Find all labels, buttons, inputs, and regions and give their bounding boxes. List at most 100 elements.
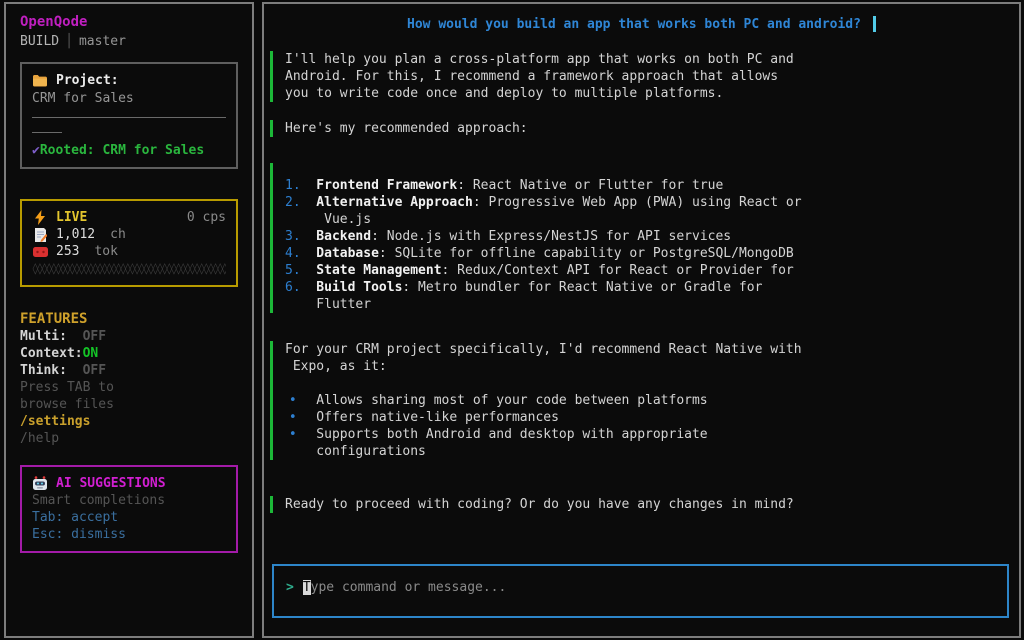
list-item: 6.Build Tools: Metro bundler for React N… bbox=[285, 279, 1009, 296]
memo-icon bbox=[32, 227, 48, 243]
feature-toggle-multi: Multi:OFF bbox=[20, 328, 238, 345]
ai-suggestions-box: AI SUGGESTIONS Smart completions Tab: ac… bbox=[20, 465, 238, 553]
folder-icon bbox=[32, 73, 48, 89]
feature-label-context: Context: bbox=[20, 345, 83, 362]
list-text: : SQLite for offline capability or Postg… bbox=[379, 245, 794, 262]
list-text: : Node.js with Express/NestJS for API se… bbox=[371, 228, 731, 245]
text-line: Ready to proceed with coding? Or do you … bbox=[285, 496, 1009, 513]
mode-branch-row: BUILD│master bbox=[20, 33, 238, 50]
feature-value-think: OFF bbox=[83, 363, 106, 378]
list-item: 3.Backend: Node.js with Express/NestJS f… bbox=[285, 228, 1009, 245]
text-line: Expo, as it: bbox=[285, 358, 1009, 375]
bullet-text: Allows sharing most of your code between… bbox=[316, 392, 707, 409]
assistant-numbered-list: 1.Frontend Framework: React Native or Fl… bbox=[270, 163, 1009, 313]
feature-label-multi: Multi: bbox=[20, 328, 83, 345]
user-question-row: How would you build an app that works bo… bbox=[264, 16, 1019, 33]
text-line: Here's my recommended approach: bbox=[285, 120, 1009, 137]
cps-counter: 0 cps bbox=[187, 209, 226, 226]
rooted-status-row: ✔Rooted: CRM for Sales bbox=[32, 142, 226, 159]
text-line: For your CRM project specifically, I'd r… bbox=[285, 341, 1009, 358]
feature-value-context: ON bbox=[83, 346, 99, 361]
feature-toggle-context: Context:ON bbox=[20, 345, 238, 362]
bullet-item: •Offers native-like performances bbox=[285, 409, 1009, 426]
command-help[interactable]: /help bbox=[20, 430, 238, 447]
rooted-status: Rooted: CRM for Sales bbox=[40, 143, 204, 158]
git-branch-label: master bbox=[79, 34, 126, 49]
bullet-text: Supports both Android and desktop with a… bbox=[316, 426, 707, 443]
list-number: 4. bbox=[285, 245, 316, 262]
list-number: 2. bbox=[285, 194, 316, 211]
list-term: Alternative Approach bbox=[316, 194, 473, 211]
list-text: : Progressive Web App (PWA) using React … bbox=[473, 194, 802, 211]
list-text: : Metro bundler for React Native or Grad… bbox=[402, 279, 762, 296]
features-heading: FEATURES bbox=[20, 311, 238, 328]
cursor-bar-icon bbox=[873, 16, 876, 32]
list-text: : React Native or Flutter for true bbox=[457, 177, 723, 194]
command-input[interactable]: > Type command or message... bbox=[272, 564, 1009, 618]
assistant-paragraph-intro: I'll help you plan a cross-platform app … bbox=[270, 51, 1009, 102]
list-number: 6. bbox=[285, 279, 316, 296]
assistant-paragraph-ready: Ready to proceed with coding? Or do you … bbox=[270, 496, 1009, 513]
list-term: State Management bbox=[316, 262, 441, 279]
token-count-value: 253 bbox=[56, 243, 79, 260]
blank-line bbox=[285, 375, 1009, 392]
feature-value-multi: OFF bbox=[83, 329, 106, 344]
token-count-unit: tok bbox=[94, 243, 117, 260]
zap-icon bbox=[32, 210, 48, 226]
input-cursor: T bbox=[303, 580, 311, 595]
list-item-wrap: Vue.js bbox=[316, 211, 1009, 228]
list-item: 4.Database: SQLite for offline capabilit… bbox=[285, 245, 1009, 262]
ticket-icon bbox=[32, 244, 48, 260]
tab-hint-line1: Press TAB to bbox=[20, 379, 238, 396]
check-icon: ✔ bbox=[32, 143, 40, 158]
mode-branch-divider: │ bbox=[59, 34, 79, 49]
char-count-unit: ch bbox=[110, 226, 126, 243]
token-count-row: 253 tok bbox=[32, 243, 226, 260]
command-settings[interactable]: /settings bbox=[20, 413, 238, 430]
list-text: : Redux/Context API for React or Provide… bbox=[442, 262, 794, 279]
list-number: 1. bbox=[285, 177, 316, 194]
project-box: Project: CRM for Sales ✔Rooted: CRM for … bbox=[20, 62, 238, 169]
bullet-item: •Allows sharing most of your code betwee… bbox=[285, 392, 1009, 409]
bullet-icon: • bbox=[285, 392, 316, 409]
user-question: How would you build an app that works bo… bbox=[407, 17, 861, 32]
feature-toggle-think: Think:OFF bbox=[20, 362, 238, 379]
bullet-text-wrap: configurations bbox=[316, 443, 1009, 460]
list-term: Frontend Framework bbox=[316, 177, 457, 194]
divider-line-short bbox=[32, 132, 62, 133]
input-placeholder: ype command or message... bbox=[311, 580, 507, 595]
robot-icon bbox=[32, 476, 48, 492]
list-term: Build Tools bbox=[316, 279, 402, 296]
list-item: 2.Alternative Approach: Progressive Web … bbox=[285, 194, 1009, 211]
assistant-paragraph-approach: Here's my recommended approach: bbox=[270, 120, 1009, 137]
app-title: OpenQode bbox=[20, 14, 238, 31]
sidebar-panel: OpenQode BUILD│master Project: CRM for S… bbox=[4, 2, 254, 638]
prompt-icon: > bbox=[286, 580, 294, 595]
char-count-value: 1,012 bbox=[56, 226, 95, 243]
bullet-icon: • bbox=[285, 426, 316, 443]
ai-suggestions-subtitle: Smart completions bbox=[32, 492, 226, 509]
ai-suggestions-title: AI SUGGESTIONS bbox=[56, 475, 166, 492]
list-term: Database bbox=[316, 245, 379, 262]
list-number: 3. bbox=[285, 228, 316, 245]
list-item: 1.Frontend Framework: React Native or Fl… bbox=[285, 177, 1009, 194]
live-label: LIVE bbox=[56, 209, 87, 226]
live-stats-box: LIVE 0 cps 1,012 ch 253 tok ◊◊◊◊◊◊◊◊◊◊◊◊… bbox=[20, 199, 238, 287]
project-header-row: Project: bbox=[32, 72, 226, 89]
bullet-icon: • bbox=[285, 409, 316, 426]
mode-label: BUILD bbox=[20, 34, 59, 49]
list-item-wrap: Flutter bbox=[316, 296, 1009, 313]
text-line: Android. For this, I recommend a framewo… bbox=[285, 68, 1009, 85]
assistant-paragraph-crm: For your CRM project specifically, I'd r… bbox=[270, 341, 1009, 460]
list-term: Backend bbox=[316, 228, 371, 245]
list-number: 5. bbox=[285, 262, 316, 279]
text-line: I'll help you plan a cross-platform app … bbox=[285, 51, 1009, 68]
live-status-row: LIVE 0 cps bbox=[32, 209, 226, 226]
tab-accept-hint: Tab: accept bbox=[32, 509, 226, 526]
divider-line bbox=[32, 117, 226, 118]
bullet-text: Offers native-like performances bbox=[316, 409, 559, 426]
project-name: CRM for Sales bbox=[32, 90, 226, 107]
ai-suggestions-header: AI SUGGESTIONS bbox=[32, 475, 226, 492]
char-count-row: 1,012 ch bbox=[32, 226, 226, 243]
chat-panel: How would you build an app that works bo… bbox=[262, 2, 1021, 638]
